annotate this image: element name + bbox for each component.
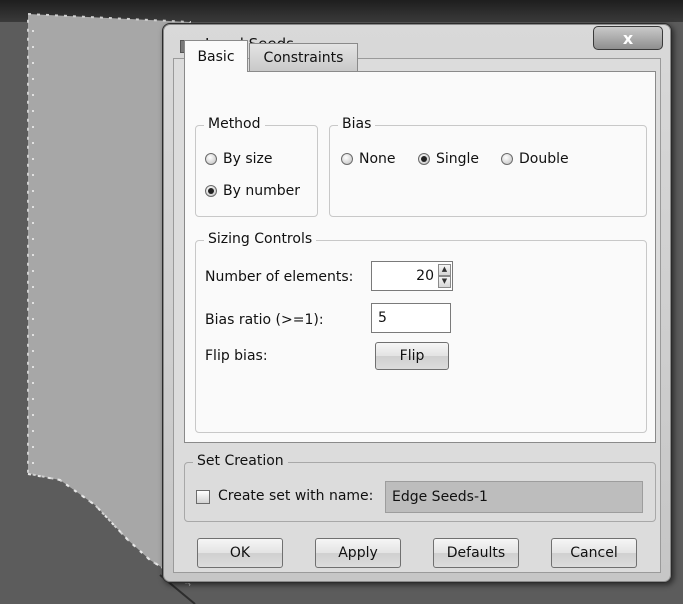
bias-ratio-field[interactable]: 5 (371, 303, 451, 333)
basic-tab-panel: Method By size By number Bias None Singl… (184, 71, 656, 443)
radio-button-checked-icon[interactable] (205, 185, 217, 197)
radio-button-icon[interactable] (205, 153, 217, 165)
radio-button-checked-icon[interactable] (418, 153, 430, 165)
apply-button[interactable]: Apply (315, 538, 401, 568)
tab-basic[interactable]: Basic (184, 40, 248, 72)
ok-button[interactable]: OK (197, 538, 283, 568)
set-creation-title: Set Creation (193, 453, 288, 469)
radio-label: None (359, 151, 396, 167)
close-button[interactable]: x (593, 26, 663, 50)
bias-group-title: Bias (338, 116, 376, 132)
num-elements-spinner[interactable]: 20 ▲ ▼ (371, 261, 453, 291)
radio-label: By size (223, 151, 273, 167)
radio-button-icon[interactable] (501, 153, 513, 165)
set-name-value: Edge Seeds-1 (392, 489, 488, 505)
radio-by-size[interactable]: By size (205, 151, 273, 167)
radio-label: Single (436, 151, 480, 167)
radio-button-icon[interactable] (341, 153, 353, 165)
radio-label: Double (519, 151, 569, 167)
spin-up-icon[interactable]: ▲ (438, 264, 451, 276)
radio-bias-none[interactable]: None (341, 151, 396, 167)
num-elements-value: 20 (416, 268, 434, 284)
flip-bias-label: Flip bias: (205, 348, 268, 364)
radio-bias-double[interactable]: Double (501, 151, 569, 167)
radio-label: By number (223, 183, 300, 199)
bias-ratio-label: Bias ratio (>=1): (205, 312, 324, 328)
sizing-controls-title: Sizing Controls (204, 231, 317, 247)
flip-button[interactable]: Flip (375, 342, 449, 370)
bias-group: Bias (329, 116, 647, 217)
method-group: Method (195, 116, 318, 217)
num-elements-label: Number of elements: (205, 269, 354, 285)
defaults-button[interactable]: Defaults (433, 538, 519, 568)
method-group-title: Method (204, 116, 265, 132)
cancel-button[interactable]: Cancel (551, 538, 637, 568)
spinner-arrows[interactable]: ▲ ▼ (438, 264, 451, 288)
radio-bias-single[interactable]: Single (418, 151, 479, 167)
create-set-checkbox[interactable] (196, 490, 210, 504)
close-icon: x (622, 28, 634, 48)
bias-ratio-value: 5 (378, 310, 387, 326)
tab-constraints[interactable]: Constraints (249, 43, 358, 71)
radio-by-number[interactable]: By number (205, 183, 300, 199)
set-name-field[interactable]: Edge Seeds-1 (385, 481, 643, 513)
spin-down-icon[interactable]: ▼ (438, 276, 451, 288)
create-set-label[interactable]: Create set with name: (218, 488, 373, 504)
